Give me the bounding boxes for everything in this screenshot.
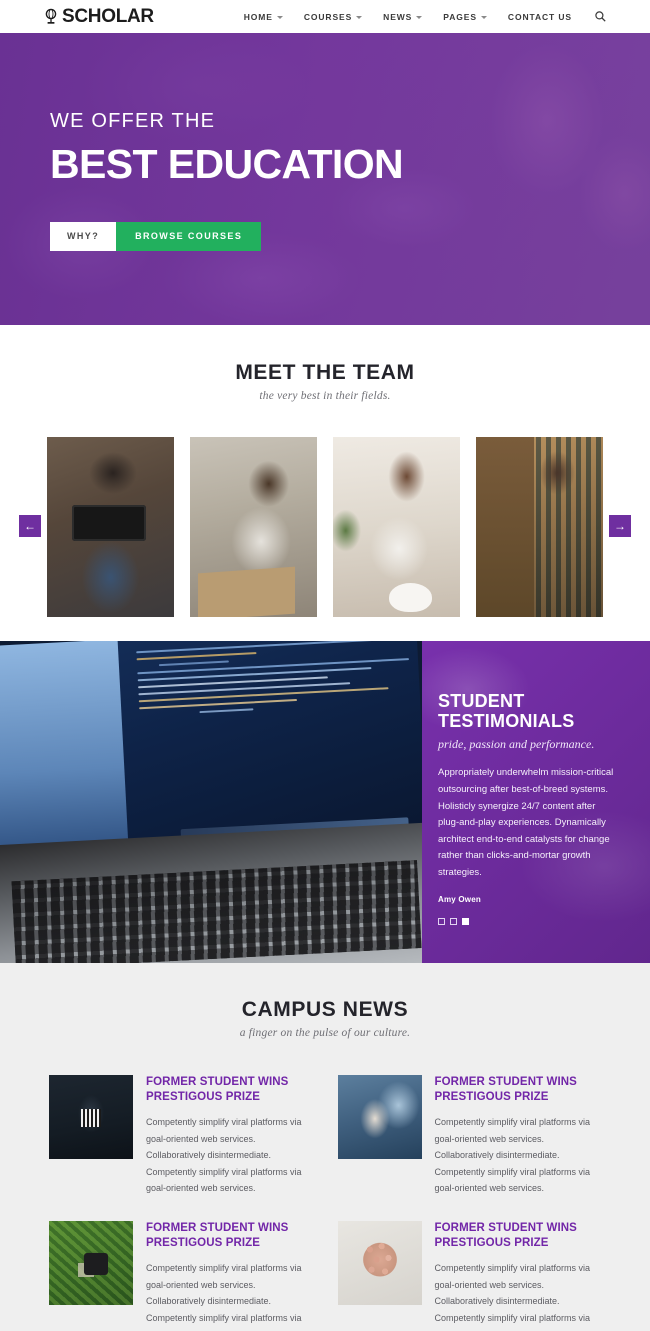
testimonial-content: STUDENT TESTIMONIALS pride, passion and …: [438, 691, 628, 925]
hero-banner: WE OFFER THE BEST EDUCATION WHY? BROWSE …: [0, 33, 650, 325]
team-carousel: ← →: [0, 437, 650, 617]
hero-title: BEST EDUCATION: [50, 141, 404, 187]
why-button[interactable]: WHY?: [50, 222, 117, 251]
news-card-body: FORMER STUDENT WINS PRESTIGOUS PRIZE Com…: [146, 1221, 312, 1331]
news-section-heading: CAMPUS NEWS a finger on the pulse of our…: [0, 999, 650, 1039]
testimonial-title: STUDENT TESTIMONIALS: [438, 691, 575, 732]
news-thumbnail-image: [49, 1075, 133, 1159]
news-card-title[interactable]: FORMER STUDENT WINS PRESTIGOUS PRIZE: [435, 1221, 601, 1251]
news-thumbnail[interactable]: [49, 1221, 133, 1306]
globe-lamp-icon: [44, 8, 59, 25]
news-thumbnail[interactable]: [337, 1221, 422, 1306]
testimonial-pagination: [438, 917, 628, 925]
news-card-body: FORMER STUDENT WINS PRESTIGOUS PRIZE Com…: [435, 1221, 601, 1331]
student-testimonials-section: STUDENT TESTIMONIALS pride, passion and …: [0, 641, 650, 963]
team-member-photo: [190, 437, 317, 617]
team-title: MEET THE TEAM: [235, 361, 415, 384]
testimonial-dot-1[interactable]: [438, 917, 445, 925]
chevron-down-icon: [276, 15, 283, 19]
nav-item-news[interactable]: NEWS: [383, 11, 423, 22]
logo-text: SCHOLAR: [62, 6, 154, 27]
team-member-card[interactable]: [476, 437, 603, 617]
campus-news-section: CAMPUS NEWS a finger on the pulse of our…: [0, 963, 650, 1331]
hero-content: WE OFFER THE BEST EDUCATION WHY? BROWSE …: [0, 33, 650, 251]
news-title: CAMPUS NEWS: [241, 998, 409, 1021]
news-card-title[interactable]: FORMER STUDENT WINS PRESTIGOUS PRIZE: [146, 1221, 312, 1251]
news-grid: FORMER STUDENT WINS PRESTIGOUS PRIZE Com…: [0, 1039, 650, 1331]
main-navigation: HOME COURSES NEWS PAGES CONTACT US: [244, 11, 606, 22]
site-header: SCHOLAR HOME COURSES NEWS PAGES CONTACT …: [0, 0, 650, 33]
chevron-down-icon: [480, 15, 487, 19]
browse-courses-button[interactable]: BROWSE COURSES: [116, 222, 262, 251]
nav-item-courses[interactable]: COURSES: [303, 11, 363, 22]
testimonial-dot-3[interactable]: [462, 917, 469, 925]
news-card-text: Competently simplify viral platforms via…: [434, 1262, 591, 1331]
chevron-down-icon: [356, 15, 363, 19]
team-subtitle: the very best in their fields.: [259, 390, 391, 402]
testimonial-author: Amy Owen: [438, 894, 481, 904]
testimonial-body-text: Appropriately underwhelm mission-critica…: [438, 767, 614, 879]
nav-label-news: NEWS: [383, 11, 413, 22]
carousel-next-arrow-icon[interactable]: →: [609, 515, 631, 537]
news-card-title[interactable]: FORMER STUDENT WINS PRESTIGOUS PRIZE: [435, 1075, 601, 1105]
news-thumbnail[interactable]: [49, 1075, 133, 1159]
testimonial-laptop-photo: [0, 641, 422, 963]
testimonial-panel: STUDENT TESTIMONIALS pride, passion and …: [422, 641, 650, 963]
testimonial-dot-2[interactable]: [450, 917, 457, 925]
search-icon[interactable]: [595, 11, 606, 22]
news-card: FORMER STUDENT WINS PRESTIGOUS PRIZE Com…: [337, 1221, 601, 1331]
news-thumbnail-image: [337, 1075, 422, 1159]
laptop-keyboard-body: [0, 821, 422, 963]
code-text-lines: [136, 641, 411, 721]
nav-item-contact-us[interactable]: CONTACT US: [508, 12, 572, 22]
nav-label-pages: PAGES: [443, 11, 477, 22]
team-member-photo: [333, 437, 460, 617]
news-card-title[interactable]: FORMER STUDENT WINS PRESTIGOUS PRIZE: [146, 1075, 312, 1105]
keyboard-keys: [10, 860, 422, 963]
nav-label-home: HOME: [243, 11, 273, 22]
chevron-down-icon: [416, 15, 423, 19]
news-thumbnail[interactable]: [337, 1075, 422, 1159]
nav-item-pages[interactable]: PAGES: [443, 12, 487, 22]
carousel-prev-arrow-icon[interactable]: ←: [19, 515, 41, 537]
team-member-photo: [476, 437, 603, 617]
meet-the-team-section: MEET THE TEAM the very best in their fie…: [0, 325, 650, 641]
news-subtitle: a finger on the pulse of our culture.: [239, 1027, 411, 1039]
news-card: FORMER STUDENT WINS PRESTIGOUS PRIZE Com…: [337, 1075, 601, 1197]
news-thumbnail-image: [49, 1221, 133, 1306]
news-card-text: Competently simplify viral platforms via…: [146, 1262, 302, 1331]
news-card-body: FORMER STUDENT WINS PRESTIGOUS PRIZE Com…: [146, 1075, 312, 1197]
team-member-card[interactable]: [47, 437, 174, 617]
team-member-card[interactable]: [190, 437, 317, 617]
hero-button-group: WHY? BROWSE COURSES: [50, 222, 650, 251]
team-member-photo: [47, 437, 174, 617]
news-card: FORMER STUDENT WINS PRESTIGOUS PRIZE Com…: [49, 1075, 312, 1197]
hero-eyebrow: WE OFFER THE: [50, 110, 216, 132]
news-card-text: Competently simplify viral platforms via…: [146, 1116, 302, 1194]
news-card-body: FORMER STUDENT WINS PRESTIGOUS PRIZE Com…: [435, 1075, 601, 1197]
news-card: FORMER STUDENT WINS PRESTIGOUS PRIZE Com…: [49, 1221, 312, 1331]
news-thumbnail-image: [337, 1221, 422, 1306]
team-section-heading: MEET THE TEAM the very best in their fie…: [0, 362, 650, 402]
nav-label-courses: COURSES: [303, 11, 353, 22]
nav-label-contact-us: CONTACT US: [507, 11, 572, 22]
team-member-card[interactable]: [333, 437, 460, 617]
news-card-text: Competently simplify viral platforms via…: [434, 1116, 591, 1194]
nav-item-home[interactable]: HOME: [244, 12, 283, 22]
testimonial-subtitle: pride, passion and performance.: [438, 737, 595, 752]
site-logo[interactable]: SCHOLAR: [44, 7, 154, 26]
